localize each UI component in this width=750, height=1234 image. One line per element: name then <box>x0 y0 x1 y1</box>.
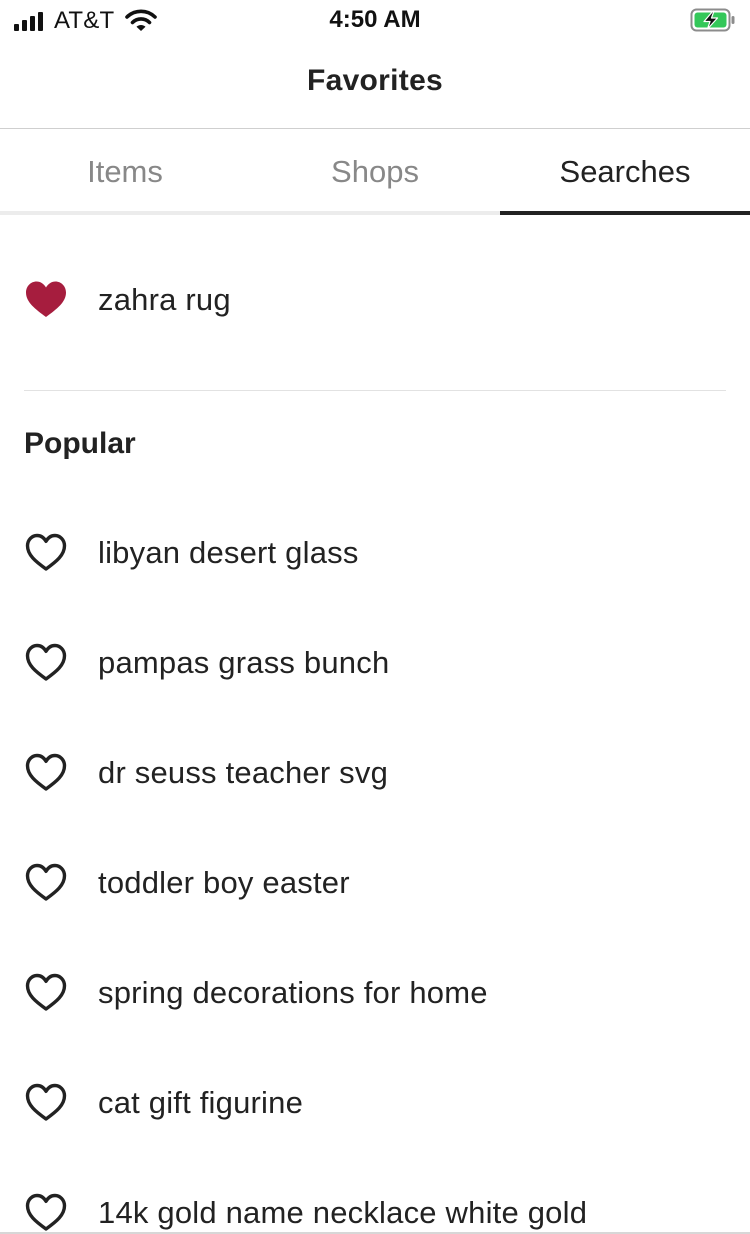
popular-search-row[interactable]: pampas grass bunch <box>0 633 750 693</box>
nav-header: Favorites <box>0 40 750 129</box>
tab-shops[interactable]: Shops <box>250 129 500 215</box>
popular-search-label: 14k gold name necklace white gold <box>98 1195 588 1230</box>
saved-search-row[interactable]: zahra rug <box>0 270 750 330</box>
heart-outline-icon[interactable] <box>24 751 68 795</box>
heart-outline-icon[interactable] <box>24 971 68 1015</box>
popular-search-label: pampas grass bunch <box>98 645 390 680</box>
heart-filled-icon[interactable] <box>24 278 68 322</box>
popular-search-label: spring decorations for home <box>98 975 488 1010</box>
page-title: Favorites <box>306 64 444 97</box>
popular-search-row[interactable]: libyan desert glass <box>0 523 750 583</box>
popular-search-label: dr seuss teacher svg <box>98 755 389 790</box>
favorites-screen: AT&T 4:50 AM Favorites Items Shops Searc… <box>0 0 750 1234</box>
popular-search-row[interactable]: cat gift figurine <box>0 1073 750 1133</box>
status-time: 4:50 AM <box>329 6 421 33</box>
tab-searches[interactable]: Searches <box>500 129 750 215</box>
popular-section-title: Popular <box>24 427 136 460</box>
popular-search-label: libyan desert glass <box>98 535 359 570</box>
popular-search-row[interactable]: spring decorations for home <box>0 963 750 1023</box>
popular-search-label: cat gift figurine <box>98 1085 304 1120</box>
heart-outline-icon[interactable] <box>24 531 68 575</box>
popular-search-row[interactable]: toddler boy easter <box>0 853 750 913</box>
popular-search-row[interactable]: dr seuss teacher svg <box>0 743 750 803</box>
tab-bar: Items Shops Searches <box>0 129 750 215</box>
section-divider <box>24 390 726 391</box>
battery-charging-icon <box>690 8 735 32</box>
popular-search-row[interactable]: 14k gold name necklace white gold <box>0 1183 750 1234</box>
heart-outline-icon[interactable] <box>24 641 68 685</box>
popular-search-label: toddler boy easter <box>98 865 350 900</box>
heart-outline-icon[interactable] <box>24 1191 68 1234</box>
heart-outline-icon[interactable] <box>24 1081 68 1125</box>
status-bar: AT&T 4:50 AM <box>0 0 750 40</box>
heart-outline-icon[interactable] <box>24 861 68 905</box>
saved-search-label: zahra rug <box>98 282 231 317</box>
tab-items[interactable]: Items <box>0 129 250 215</box>
